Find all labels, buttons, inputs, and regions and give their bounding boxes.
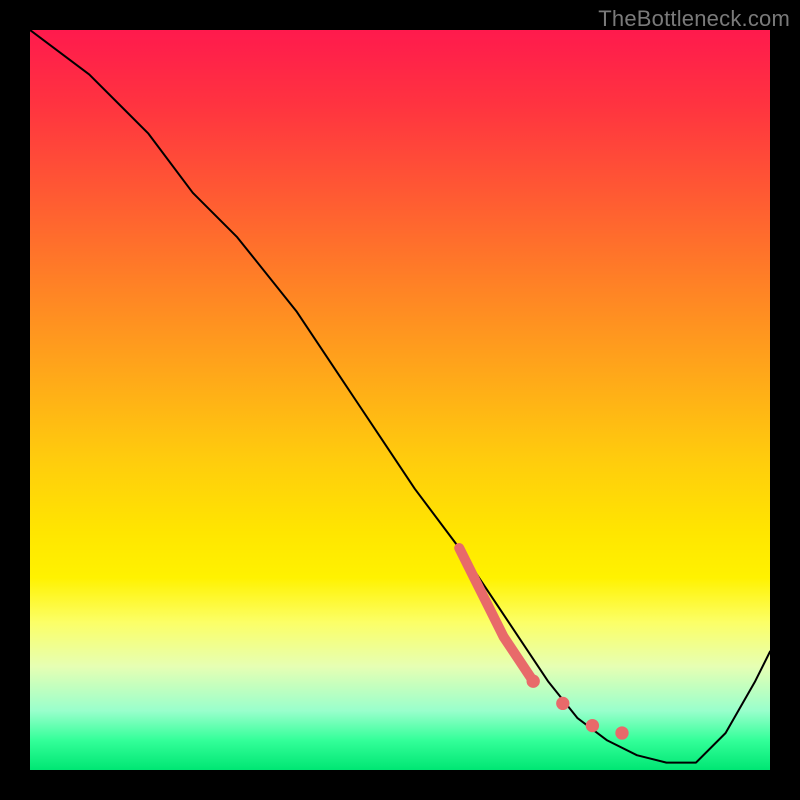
chart-container: TheBottleneck.com — [0, 0, 800, 800]
highlight-dot — [556, 697, 569, 710]
plot-area — [30, 30, 770, 770]
bottleneck-curve — [30, 30, 770, 763]
highlight-dot — [615, 726, 628, 739]
highlight-dot — [586, 719, 599, 732]
chart-svg — [30, 30, 770, 770]
highlight-dot — [527, 675, 540, 688]
watermark-text: TheBottleneck.com — [598, 6, 790, 32]
highlight-cluster — [459, 548, 628, 740]
highlight-segment — [459, 548, 533, 681]
